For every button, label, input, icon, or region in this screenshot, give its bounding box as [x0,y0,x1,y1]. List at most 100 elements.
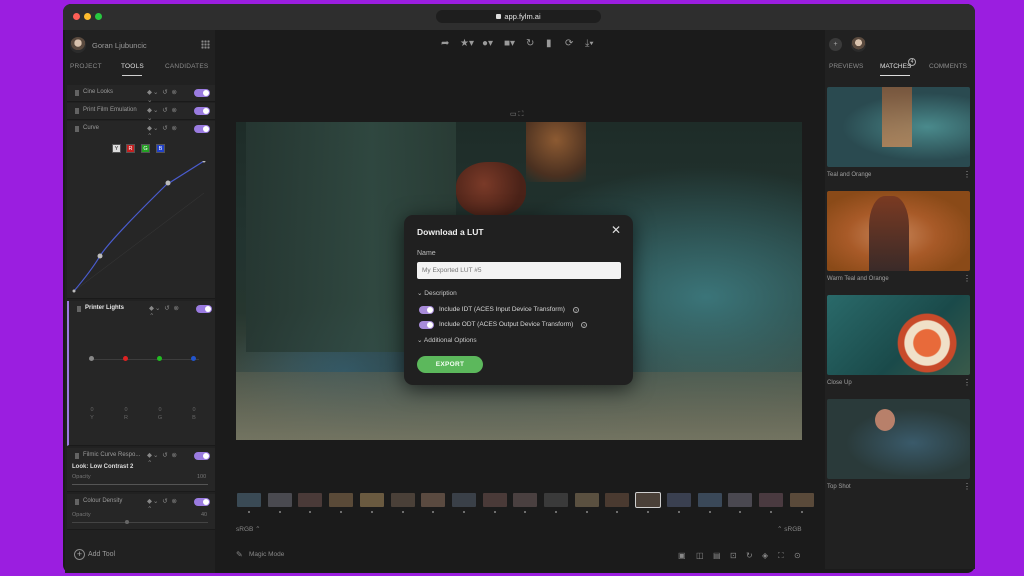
tool-action-icons[interactable]: ◆⌄ ↺ ⊗ ⌃ [147,124,187,140]
match-thumbnail[interactable] [827,295,970,375]
scopes-icon[interactable]: ▤ [713,551,721,560]
tool-toggle[interactable] [196,305,212,313]
tool-toggle[interactable] [194,452,210,460]
reset-icon[interactable]: ↻ [526,38,534,49]
filmstrip-thumbnail[interactable] [789,493,814,507]
match-thumbnail[interactable] [827,87,970,167]
filmstrip-thumbnail[interactable] [513,493,538,507]
add-tool-icon[interactable]: + [74,549,85,560]
match-thumbnail[interactable] [827,399,970,479]
density-opacity-slider[interactable] [72,522,208,523]
filmstrip-thumbnail[interactable] [451,493,476,507]
add-user-icon[interactable]: + [829,38,842,51]
crop-icon[interactable]: ⊡ [730,551,737,560]
tool-colour-density[interactable]: Colour Density ◆⌄ ↺ ⊗ ⌃ Opacity 40 [67,494,215,530]
drag-handle-icon[interactable] [75,453,79,459]
match-thumbnail[interactable] [827,191,970,271]
slider-y-handle[interactable] [89,356,94,361]
color-label-icon[interactable]: ●▾ [482,38,493,49]
apps-grid-icon[interactable] [201,40,210,49]
curve-point[interactable] [97,253,103,259]
export-button[interactable]: EXPORT [417,356,483,373]
filmic-opacity-slider[interactable] [72,484,208,485]
curve-point[interactable] [72,289,76,293]
odt-toggle[interactable] [419,321,434,329]
rotate-icon[interactable]: ↻ [746,551,753,560]
add-tool-button[interactable]: Add Tool [88,551,115,558]
filmstrip-thumbnail[interactable] [635,492,662,508]
tab-tools[interactable]: TOOLS [121,63,144,70]
more-vertical-icon[interactable]: ⋮ [963,378,971,387]
filmstrip-thumbnail[interactable] [758,493,783,507]
tool-toggle[interactable] [194,125,210,133]
share-icon[interactable]: ➦ [441,38,449,49]
filmstrip-thumbnail[interactable] [359,493,384,507]
more-options-icon[interactable]: ⊙ [794,551,801,560]
minimize-window-button[interactable] [84,13,91,20]
filmstrip-thumbnail[interactable] [390,493,415,507]
tab-matches[interactable]: MATCHES [880,63,911,70]
idt-toggle[interactable] [419,306,434,314]
color-space-right[interactable]: ⌃ sRGB [777,525,802,533]
lut-name-input[interactable] [417,262,621,279]
tool-cine-looks[interactable]: Cine Looks ◆⌄ ↺ ⊗ ⌄ [67,85,215,104]
camera-icon[interactable]: ■▾ [504,38,515,49]
slider-b-handle[interactable] [191,356,196,361]
fill-icon[interactable]: ◈ [762,551,768,560]
curve-channel-y[interactable]: Y [112,144,121,153]
info-icon[interactable]: ? [573,307,579,313]
delete-icon[interactable]: ▮ [546,38,552,49]
maximize-window-button[interactable] [95,13,102,20]
filmstrip-thumbnail[interactable] [574,493,599,507]
more-vertical-icon[interactable]: ⋮ [963,170,971,179]
curve-point[interactable] [165,180,171,186]
split-view-icon[interactable]: ◫ [696,551,704,560]
star-rating-icon[interactable]: ★▾ [460,38,474,49]
tab-project[interactable]: PROJECT [70,63,102,70]
filmstrip-thumbnail[interactable] [697,493,722,507]
sync-icon[interactable]: ⟳ [565,38,573,49]
tool-print-film-emulation[interactable]: Print Film Emulation ◆⌄ ↺ ⊗ ⌄ [67,103,215,122]
snapshot-icon[interactable]: ▣ [678,551,686,560]
magic-mode-button[interactable]: Magic Mode [249,551,284,558]
drag-handle-icon[interactable] [75,108,79,114]
close-icon[interactable]: ✕ [611,223,621,237]
collaborator-avatar[interactable] [851,37,866,52]
additional-options-toggle[interactable]: ⌄ Additional Options [417,336,477,344]
tool-action-icons[interactable]: ◆⌄ ↺ ⊗ ⌃ [147,497,187,513]
filmstrip-thumbnail[interactable] [267,493,292,507]
drag-handle-icon[interactable] [75,499,79,505]
info-icon[interactable]: ? [581,322,587,328]
curve-channel-r[interactable]: R [126,144,135,153]
slider-r-handle[interactable] [123,356,128,361]
download-icon[interactable]: ⤓▾ [585,38,594,49]
tab-previews[interactable]: PREVIEWS [829,63,863,70]
curve-channel-b[interactable]: B [156,144,165,153]
slider-g-handle[interactable] [157,356,162,361]
fullscreen-icon[interactable]: ⛶ [778,551,784,561]
tool-filmic-curve[interactable]: Filmic Curve Respo... ◆⌄ ↺ ⊗ ⌃ Look: Low… [67,448,215,492]
drag-handle-icon[interactable] [75,90,79,96]
filmstrip-thumbnail[interactable] [605,493,630,507]
more-vertical-icon[interactable]: ⋮ [963,274,971,283]
tab-candidates[interactable]: CANDIDATES [165,63,208,70]
tool-action-icons[interactable]: ◆⌄ ↺ ⊗ ⌄ [147,88,187,104]
tool-action-icons[interactable]: ◆⌄ ↺ ⊗ ⌄ [147,106,187,122]
compare-icon[interactable]: ▭ ⛶ [510,110,523,119]
address-bar[interactable]: app.fylm.ai [436,10,601,23]
filmstrip-thumbnail[interactable] [421,493,446,507]
curve-graph[interactable] [71,161,207,295]
tool-curve[interactable]: Curve ◆⌄ ↺ ⊗ ⌃ Y R G B [67,121,215,299]
tool-action-icons[interactable]: ◆⌄ ↺ ⊗ ⌃ [149,304,189,320]
tool-printer-lights[interactable]: Printer Lights ◆⌄ ↺ ⊗ ⌃ 0 0 0 0 Y R G B [67,301,215,446]
density-slider-handle[interactable] [125,520,129,524]
tool-toggle[interactable] [194,498,210,506]
curve-channel-g[interactable]: G [141,144,150,153]
filmstrip-thumbnail[interactable] [298,493,323,507]
more-vertical-icon[interactable]: ⋮ [963,482,971,491]
close-window-button[interactable] [73,13,80,20]
filmstrip-thumbnail[interactable] [728,493,753,507]
tab-comments[interactable]: COMMENTS [929,63,967,70]
drag-handle-icon[interactable] [75,126,79,132]
tool-action-icons[interactable]: ◆⌄ ↺ ⊗ ⌃ [147,451,187,467]
